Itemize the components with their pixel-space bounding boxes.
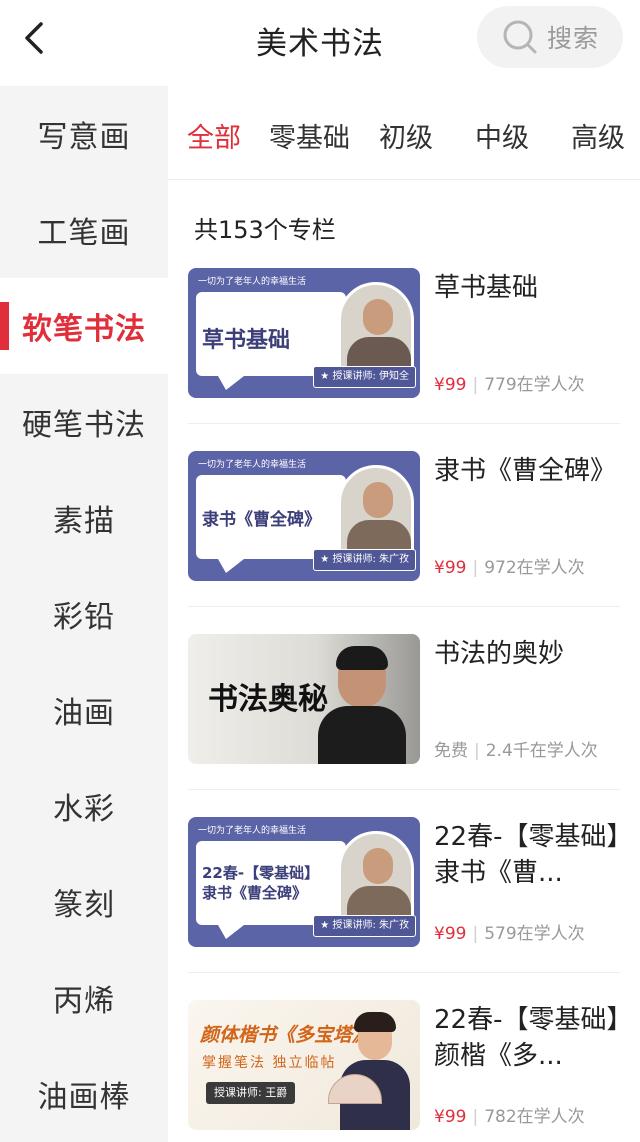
meta-divider: | — [472, 924, 479, 944]
category-sidebar: 写意画 工笔画 软笔书法 硬笔书法 素描 彩铅 油画 水彩 篆刻 丙烯 油画棒 — [0, 86, 168, 1142]
sidebar-item-ruanbi-shufa[interactable]: 软笔书法 — [0, 278, 168, 374]
top-bar: 美术书法 搜索 — [0, 0, 640, 86]
course-count: 共153个专栏 — [194, 216, 336, 244]
thumb-heading: 书法奥秘 — [208, 682, 328, 717]
course-learners: 782在学人次 — [484, 1107, 585, 1127]
course-title: 隶书《曹全碑》 — [434, 456, 617, 486]
course-title: 22春-【零基础】隶书《曹... — [434, 822, 620, 888]
course-thumbnail: 一切为了老年人的幸福生活 隶书《曹全碑》 ★ 授课讲师: 朱广孜 — [188, 451, 420, 581]
course-meta: ¥99 | 779在学人次 — [434, 370, 585, 395]
thumb-heading-line: 22春-【零基础】 — [202, 864, 320, 882]
sidebar-item-caiqian[interactable]: 彩铅 — [0, 566, 168, 662]
thumb-subheading: 掌握笔法 独立临帖 — [202, 1055, 337, 1071]
course-thumbnail: 一切为了老年人的幸福生活 22春-【零基础】 隶书《曹全碑》 ★ 授课讲师: 朱… — [188, 817, 420, 947]
course-meta: ¥99 | 972在学人次 — [434, 553, 585, 578]
search-label: 搜索 — [547, 24, 600, 53]
tab-intermediate[interactable]: 中级 — [475, 116, 529, 155]
thumb-teacher-tag: ★ 授课讲师: 伊知全 — [313, 366, 416, 388]
teacher-photo — [318, 646, 406, 764]
course-learners: 779在学人次 — [484, 375, 585, 395]
sidebar-item-bingxi[interactable]: 丙烯 — [0, 950, 168, 1046]
teacher-photo — [338, 282, 414, 374]
sidebar-item-youhua[interactable]: 油画 — [0, 662, 168, 758]
course-title: 草书基础 — [434, 273, 539, 303]
tab-beginner-zero[interactable]: 零基础 — [269, 116, 350, 155]
thumb-heading: 22春-【零基础】 隶书《曹全碑》 — [202, 863, 319, 903]
course-item[interactable]: 一切为了老年人的幸福生活 22春-【零基础】 隶书《曹全碑》 ★ 授课讲师: 朱… — [188, 817, 620, 973]
teacher-photo — [338, 465, 414, 557]
course-learners: 2.4千在学人次 — [485, 741, 598, 761]
thumb-heading: 草书基础 — [202, 328, 291, 353]
meta-divider: | — [472, 375, 479, 395]
course-price: 免费 — [434, 741, 468, 761]
meta-divider: | — [472, 1107, 479, 1127]
sidebar-item-xieyihua[interactable]: 写意画 — [0, 86, 168, 182]
course-price: ¥99 — [434, 1107, 467, 1127]
course-price: ¥99 — [434, 558, 467, 578]
course-meta: ¥99 | 782在学人次 — [434, 1102, 585, 1127]
teacher-photo — [340, 1012, 410, 1130]
course-thumbnail: 书法奥秘 — [188, 634, 420, 764]
thumb-heading-line: 隶书《曹全碑》 — [202, 884, 308, 902]
thumb-slogan: 一切为了老年人的幸福生活 — [198, 460, 307, 470]
search-icon — [503, 20, 537, 54]
sidebar-item-gongbihua[interactable]: 工笔画 — [0, 182, 168, 278]
tab-advanced[interactable]: 高级 — [571, 116, 625, 155]
sidebar-item-yingbi-shufa[interactable]: 硬笔书法 — [0, 374, 168, 470]
tab-elementary[interactable]: 初级 — [379, 116, 433, 155]
sidebar-item-youhuabang[interactable]: 油画棒 — [0, 1046, 168, 1142]
course-meta: ¥99 | 579在学人次 — [434, 919, 585, 944]
thumb-slogan: 一切为了老年人的幸福生活 — [198, 277, 307, 287]
teacher-photo — [338, 831, 414, 923]
course-meta: 免费 | 2.4千在学人次 — [434, 736, 598, 761]
course-thumbnail: 颜体楷书《多宝塔》 掌握笔法 独立临帖 授课讲师: 王爵 — [188, 1000, 420, 1130]
course-title: 22春-【零基础】颜楷《多... — [434, 1005, 620, 1071]
course-item[interactable]: 颜体楷书《多宝塔》 掌握笔法 独立临帖 授课讲师: 王爵 22春-【零基础】颜楷… — [188, 1000, 620, 1142]
thumb-heading: 隶书《曹全碑》 — [202, 510, 321, 530]
course-item[interactable]: 一切为了老年人的幸福生活 隶书《曹全碑》 ★ 授课讲师: 朱广孜 隶书《曹全碑》… — [188, 451, 620, 607]
meta-divider: | — [472, 558, 479, 578]
course-title: 书法的奥妙 — [434, 639, 565, 669]
course-price: ¥99 — [434, 375, 467, 395]
tab-all[interactable]: 全部 — [187, 116, 241, 155]
thumb-teacher-tag: ★ 授课讲师: 朱广孜 — [313, 915, 416, 937]
sidebar-item-shuicai[interactable]: 水彩 — [0, 758, 168, 854]
course-learners: 972在学人次 — [484, 558, 585, 578]
sidebar-item-sumiao[interactable]: 素描 — [0, 470, 168, 566]
course-learners: 579在学人次 — [484, 924, 585, 944]
course-item[interactable]: 一切为了老年人的幸福生活 草书基础 ★ 授课讲师: 伊知全 草书基础 ¥99 | 7… — [188, 268, 620, 424]
sidebar-item-zhuanke[interactable]: 篆刻 — [0, 854, 168, 950]
course-price: ¥99 — [434, 924, 467, 944]
thumb-slogan: 一切为了老年人的幸福生活 — [198, 826, 307, 836]
level-tabs: 全部 零基础 初级 中级 高级 — [168, 86, 640, 180]
meta-divider: | — [474, 741, 480, 761]
course-item[interactable]: 书法奥秘 书法的奥妙 免费 | 2.4千在学人次 — [188, 634, 620, 790]
thumb-teacher-tag: ★ 授课讲师: 朱广孜 — [313, 549, 416, 571]
course-thumbnail: 一切为了老年人的幸福生活 草书基础 ★ 授课讲师: 伊知全 — [188, 268, 420, 398]
search-button[interactable]: 搜索 — [477, 6, 623, 68]
thumb-teacher-tag: 授课讲师: 王爵 — [206, 1082, 296, 1104]
